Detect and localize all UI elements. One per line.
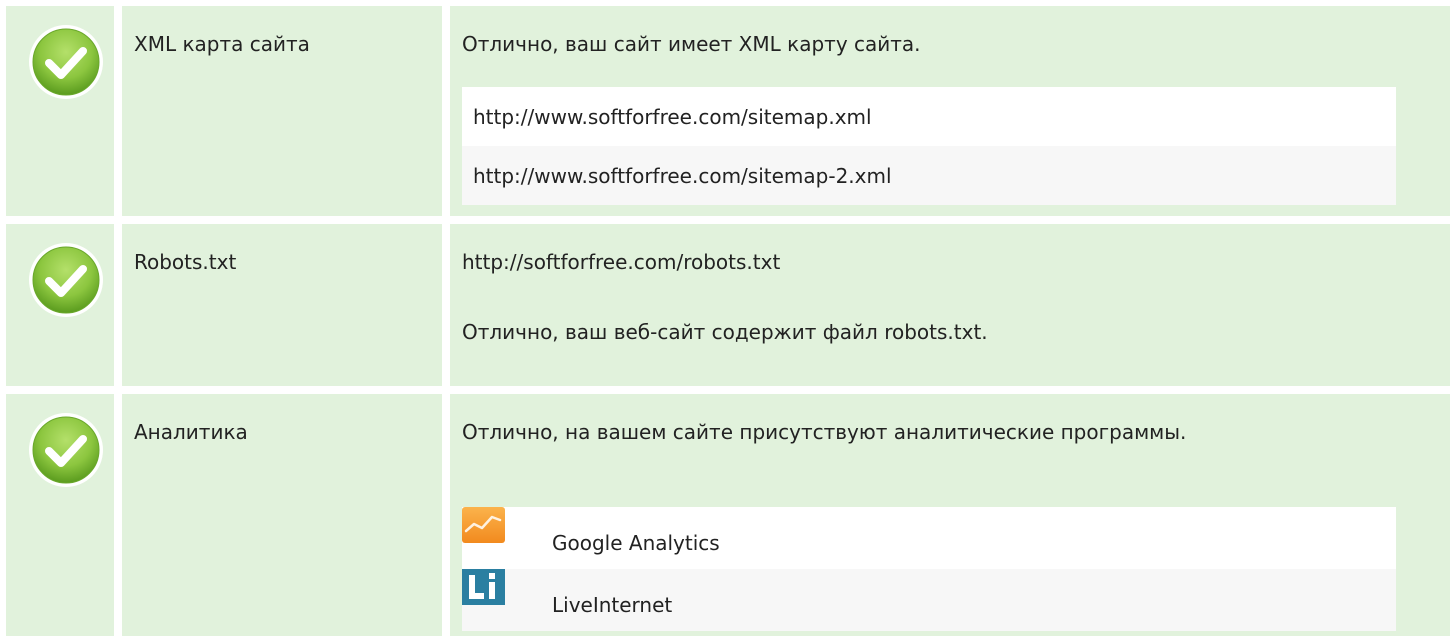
check-message: Отлично, ваш веб-сайт содержит файл robo…: [462, 320, 988, 344]
check-label-cell: Robots.txt: [122, 224, 442, 386]
check-message: Отлично, ваш сайт имеет XML карту сайта.: [462, 32, 921, 56]
check-label-cell: Аналитика: [122, 394, 442, 636]
check-label: Аналитика: [134, 420, 248, 444]
liveinternet-icon: [462, 569, 505, 605]
google-analytics-icon: [462, 507, 505, 543]
check-label: Robots.txt: [134, 250, 237, 274]
check-row-sitemap: XML карта сайта Отлично, ваш сайт имеет …: [0, 6, 1450, 216]
sitemap-url[interactable]: http://www.softforfree.com/sitemap.xml: [473, 102, 872, 132]
list-item: http://www.softforfree.com/sitemap-2.xml: [462, 146, 1396, 205]
tool-name: Google Analytics: [552, 531, 720, 555]
check-row-analytics: Аналитика Отлично, на вашем сайте присут…: [0, 394, 1450, 636]
check-pass-icon: [29, 25, 103, 99]
tool-name: LiveInternet: [552, 593, 673, 617]
sitemap-url[interactable]: http://www.softforfree.com/sitemap-2.xml: [473, 161, 892, 191]
check-content-cell: Отлично, на вашем сайте присутствуют ана…: [450, 394, 1450, 636]
list-item: http://www.softforfree.com/sitemap.xml: [462, 87, 1396, 146]
status-cell: [6, 6, 114, 216]
list-item: Google Analytics: [462, 507, 1396, 569]
sitemap-list: http://www.softforfree.com/sitemap.xml h…: [462, 87, 1396, 205]
check-message: Отлично, на вашем сайте присутствуют ана…: [462, 420, 1187, 444]
status-cell: [6, 224, 114, 386]
check-row-robots: Robots.txt http://softforfree.com/robots…: [0, 224, 1450, 386]
check-label-cell: XML карта сайта: [122, 6, 442, 216]
check-label: XML карта сайта: [134, 32, 310, 56]
status-cell: [6, 394, 114, 636]
check-pass-icon: [29, 413, 103, 487]
robots-url[interactable]: http://softforfree.com/robots.txt: [462, 246, 1402, 278]
analytics-list: Google Analytics LiveInternet: [462, 507, 1396, 631]
check-content-cell: Отлично, ваш сайт имеет XML карту сайта.…: [450, 6, 1450, 216]
check-pass-icon: [29, 243, 103, 317]
check-content-cell: http://softforfree.com/robots.txt Отличн…: [450, 224, 1450, 386]
list-item: LiveInternet: [462, 569, 1396, 631]
